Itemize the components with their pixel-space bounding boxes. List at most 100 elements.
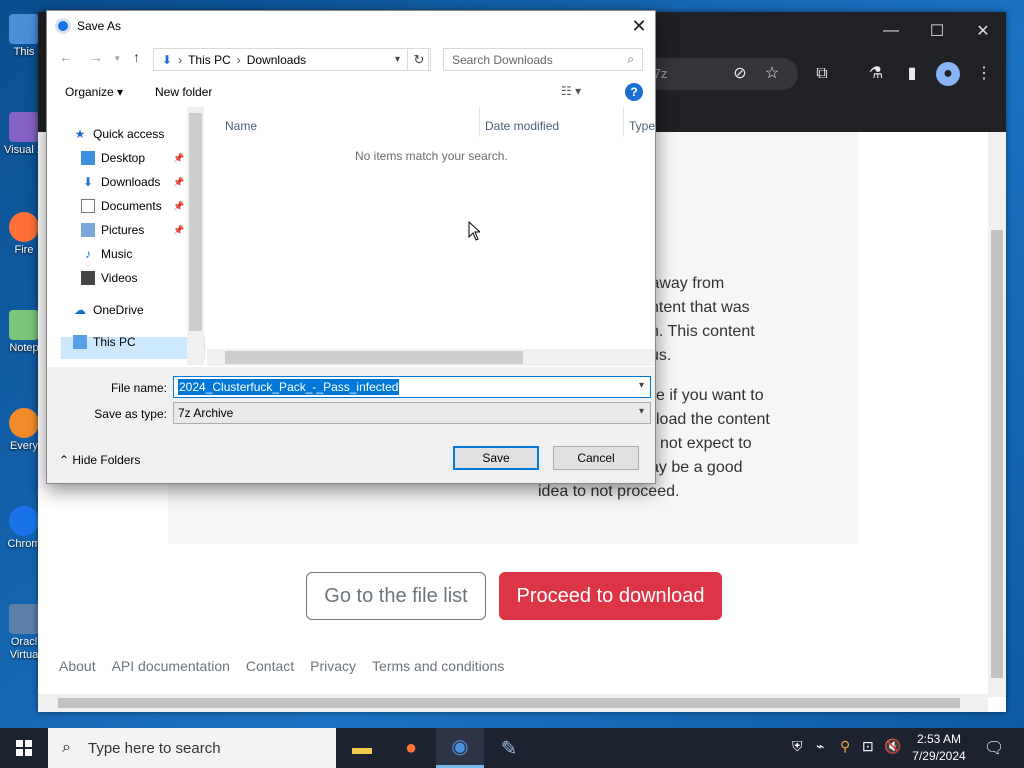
nav-label: Documents (101, 199, 162, 213)
flask-icon[interactable]: ⚗ (864, 62, 888, 86)
refresh-icon[interactable]: ↻ (407, 48, 431, 71)
column-divider[interactable] (623, 107, 624, 137)
nav-downloads[interactable]: ⬇ Downloads (81, 175, 160, 189)
new-folder-button[interactable]: New folder (155, 85, 212, 99)
desktop-icon-label: Every (9, 440, 39, 452)
star-icon[interactable]: ☆ (760, 62, 784, 86)
notifications-icon[interactable]: 🗨 (984, 738, 1004, 758)
volume-muted-icon[interactable]: 🔇 (884, 738, 901, 755)
column-type[interactable]: Type (629, 119, 655, 133)
desktop-icon-label: Fire (14, 244, 34, 256)
proceed-to-download-button[interactable]: Proceed to download (499, 572, 722, 620)
empty-message: No items match your search. (355, 149, 508, 163)
footer-link-privacy[interactable]: Privacy (310, 658, 356, 674)
back-arrow-icon[interactable]: ← (59, 49, 73, 65)
extensions-icon[interactable]: ⧉ (810, 62, 834, 86)
minimize-icon[interactable]: — (868, 12, 914, 50)
nav-desktop[interactable]: Desktop (81, 151, 145, 165)
mouse-cursor-icon (468, 221, 480, 241)
dialog-close-button[interactable]: ✕ (627, 14, 651, 38)
breadcrumb-this-pc[interactable]: This PC (188, 53, 231, 67)
visual-studio-icon (9, 112, 39, 142)
footer-link-contact[interactable]: Contact (246, 658, 294, 674)
taskbar-file-explorer[interactable]: ▬ (338, 728, 386, 768)
search-downloads-input[interactable]: Search Downloads ⌕ (443, 48, 643, 71)
taskbar-chrome[interactable]: ◉ (436, 728, 484, 768)
navigation-row: ← → ▾ ↑ ⬇ › This PC › Downloads ▾ ↻ Sear… (47, 45, 655, 73)
eye-off-icon[interactable]: ⊘ (728, 62, 752, 86)
nav-scroll-thumb[interactable] (189, 113, 202, 331)
pictures-icon (81, 223, 95, 237)
file-name-input[interactable]: 2024_Clusterfuck_Pack_-_Pass_infected ▾ (173, 376, 651, 398)
pin-icon: 📌 (173, 177, 185, 187)
chevron-down-icon[interactable]: ▾ (395, 54, 400, 65)
breadcrumb-downloads[interactable]: Downloads (247, 53, 306, 67)
organize-button[interactable]: Organize ▾ (65, 85, 123, 99)
nav-this-pc[interactable]: This PC (73, 335, 136, 349)
chevron-up-icon: ⌃ (59, 453, 73, 467)
save-as-dialog: Save As ✕ ← → ▾ ↑ ⬇ › This PC › Download… (46, 10, 656, 484)
pin-icon: 📌 (173, 153, 185, 163)
nav-pictures[interactable]: Pictures (81, 223, 144, 237)
chevron-down-icon[interactable]: ▾ (639, 380, 644, 391)
nav-documents[interactable]: Documents (81, 199, 162, 213)
recent-dropdown-icon[interactable]: ▾ (115, 53, 120, 64)
start-button[interactable] (0, 728, 48, 768)
taskbar-firefox[interactable]: ● (387, 728, 435, 768)
search-placeholder: Search Downloads (452, 53, 553, 67)
taskbar-paint[interactable]: ✎ (485, 728, 533, 768)
help-icon[interactable]: ? (625, 83, 643, 101)
desktop-icon-label: Oracl Virtua (9, 636, 39, 661)
taskbar-search[interactable]: Type here to search (48, 728, 336, 768)
nav-quick-access[interactable]: ★ Quick access (73, 127, 165, 141)
everything-icon (9, 408, 39, 438)
go-to-file-list-button[interactable]: Go to the file list (306, 572, 486, 620)
nav-videos[interactable]: Videos (81, 271, 137, 285)
close-icon[interactable]: ✕ (960, 12, 1006, 50)
horizontal-scroll-thumb[interactable] (58, 698, 960, 708)
clock-time: 2:53 AM (916, 732, 962, 746)
hide-folders-label: Hide Folders (72, 453, 141, 467)
column-divider[interactable] (479, 107, 480, 137)
save-as-type-select[interactable]: 7z Archive ▾ (173, 402, 651, 424)
breadcrumb-sep: › (178, 52, 183, 67)
taskbar: Type here to search ⌕ ▬ ● ◉ ✎ ⛨ ⌁ ⚲ ⊡ 🔇 … (0, 728, 1024, 768)
window-controls: — ☐ ✕ (868, 12, 1006, 50)
search-icon: ⌕ (62, 739, 71, 756)
page-text: load the content (656, 411, 770, 428)
footer-link-terms[interactable]: Terms and conditions (372, 658, 504, 674)
chevron-down-icon[interactable]: ▾ (639, 406, 644, 417)
network-drive-icon[interactable]: ⌁ (816, 738, 824, 755)
file-list-hscroll-thumb[interactable] (225, 351, 523, 364)
up-arrow-icon[interactable]: ↑ (133, 49, 140, 65)
vertical-scroll-thumb[interactable] (991, 230, 1003, 678)
address-bar[interactable]: ⬇ › This PC › Downloads ▾ (153, 48, 429, 71)
footer-link-about[interactable]: About (59, 658, 96, 674)
forward-arrow-icon[interactable]: → (89, 49, 103, 65)
footer-link-api[interactable]: API documentation (112, 658, 230, 674)
clock-date: 7/29/2024 (912, 749, 966, 763)
nav-label: OneDrive (93, 303, 144, 317)
nav-label: Videos (101, 271, 138, 285)
save-button[interactable]: Save (453, 446, 539, 470)
nav-onedrive[interactable]: ☁ OneDrive (73, 303, 144, 317)
menu-icon[interactable]: ⋮ (972, 62, 996, 86)
taskbar-clock[interactable]: 2:53 AM 7/29/2024 (900, 731, 978, 765)
network-icon[interactable]: ⊡ (862, 738, 874, 755)
command-bar: Organize ▾ New folder ☷ ▾ ? (47, 79, 655, 107)
file-name-label: File name: (110, 381, 167, 395)
nav-music[interactable]: ♪ Music (81, 247, 132, 261)
side-panel-icon[interactable]: ▮ (900, 62, 924, 86)
column-name[interactable]: Name (225, 119, 257, 133)
computer-icon (9, 14, 39, 44)
column-date-modified[interactable]: Date modified (485, 119, 559, 133)
security-icon[interactable]: ⛨ (792, 738, 803, 755)
maximize-icon[interactable]: ☐ (914, 12, 960, 50)
cancel-button[interactable]: Cancel (553, 446, 639, 470)
hide-folders-button[interactable]: ⌃ Hide Folders (59, 453, 140, 467)
view-options-icon[interactable]: ☷ ▾ (561, 84, 581, 98)
nav-label: Pictures (101, 223, 145, 237)
save-type-value: 7z Archive (178, 406, 234, 420)
profile-icon[interactable]: ● (936, 62, 960, 86)
search-tool-icon[interactable]: ⚲ (840, 738, 850, 755)
